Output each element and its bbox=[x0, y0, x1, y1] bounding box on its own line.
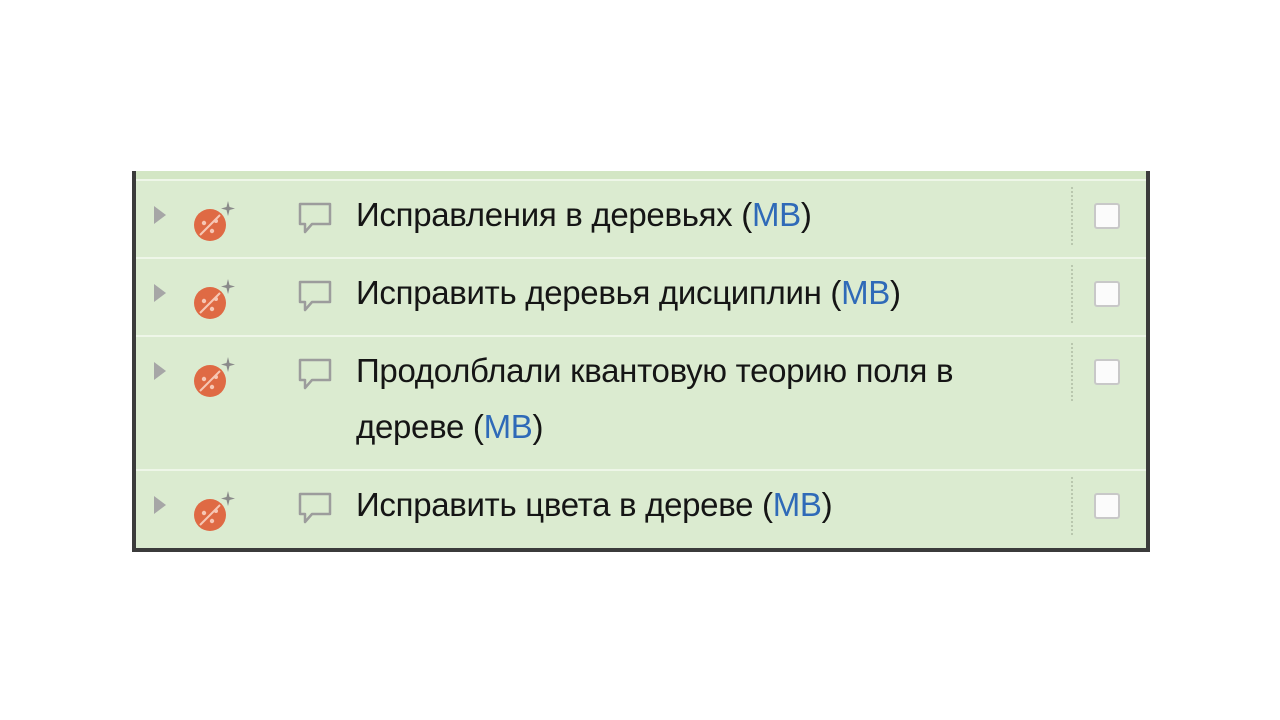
comment-icon[interactable] bbox=[296, 356, 334, 392]
comment-icon[interactable] bbox=[296, 490, 334, 526]
expand-triangle-icon[interactable] bbox=[154, 362, 166, 380]
paren-open: ( bbox=[762, 486, 773, 523]
task-title[interactable]: Исправления в деревьях (MB) bbox=[356, 187, 1056, 243]
paren-open: ( bbox=[741, 196, 752, 233]
task-title[interactable]: Продолблали квантовую теорию поля в дере… bbox=[356, 343, 1046, 455]
task-title[interactable]: Исправить деревья дисциплин (MB) bbox=[356, 265, 1056, 321]
ladybug-icon bbox=[194, 491, 235, 531]
task-checkbox[interactable] bbox=[1094, 281, 1120, 307]
comment-icon[interactable] bbox=[296, 200, 334, 236]
paren-close: ) bbox=[821, 486, 833, 523]
task-checkbox[interactable] bbox=[1094, 359, 1120, 385]
task-title-text: Исправить цвета в дереве bbox=[356, 486, 754, 523]
task-row[interactable]: Исправления в деревьях (MB) bbox=[136, 181, 1146, 259]
task-title-text: Продолблали квантовую теорию поля в дере… bbox=[356, 352, 954, 445]
ladybug-icon bbox=[194, 279, 235, 319]
paren-close: ) bbox=[800, 196, 812, 233]
ladybug-icon bbox=[194, 357, 235, 397]
assignee-link[interactable]: MB bbox=[484, 408, 533, 445]
assignee-link[interactable]: MB bbox=[841, 274, 890, 311]
assignee-link[interactable]: MB bbox=[752, 196, 801, 233]
paren-open: ( bbox=[472, 408, 484, 445]
expand-triangle-icon[interactable] bbox=[154, 206, 166, 224]
task-row[interactable]: Продолблали квантовую теорию поля в дере… bbox=[136, 337, 1146, 471]
paren-open: ( bbox=[830, 274, 842, 311]
expand-triangle-icon[interactable] bbox=[154, 496, 166, 514]
paren-close: ) bbox=[532, 408, 544, 445]
expand-triangle-icon[interactable] bbox=[154, 284, 166, 302]
task-title-text: Исправления в деревьях bbox=[356, 196, 733, 233]
column-divider bbox=[1071, 187, 1073, 245]
assignee-link[interactable]: MB bbox=[773, 486, 822, 523]
task-row[interactable]: Исправить цвета в дереве (MB) bbox=[136, 471, 1146, 548]
task-title-text: Исправить деревья дисциплин bbox=[356, 274, 822, 311]
ladybug-icon bbox=[194, 201, 235, 241]
task-title[interactable]: Исправить цвета в дереве (MB) bbox=[356, 477, 1056, 533]
task-row[interactable]: Исправить деревья дисциплин (MB) bbox=[136, 259, 1146, 337]
column-divider bbox=[1071, 265, 1073, 323]
list-top-strip bbox=[136, 171, 1146, 181]
task-checkbox[interactable] bbox=[1094, 203, 1120, 229]
task-checkbox[interactable] bbox=[1094, 493, 1120, 519]
column-divider bbox=[1071, 477, 1073, 535]
column-divider bbox=[1071, 343, 1073, 401]
comment-icon[interactable] bbox=[296, 278, 334, 314]
task-list: Исправления в деревьях (MB) Исправить де… bbox=[132, 171, 1150, 552]
paren-close: ) bbox=[890, 274, 901, 311]
